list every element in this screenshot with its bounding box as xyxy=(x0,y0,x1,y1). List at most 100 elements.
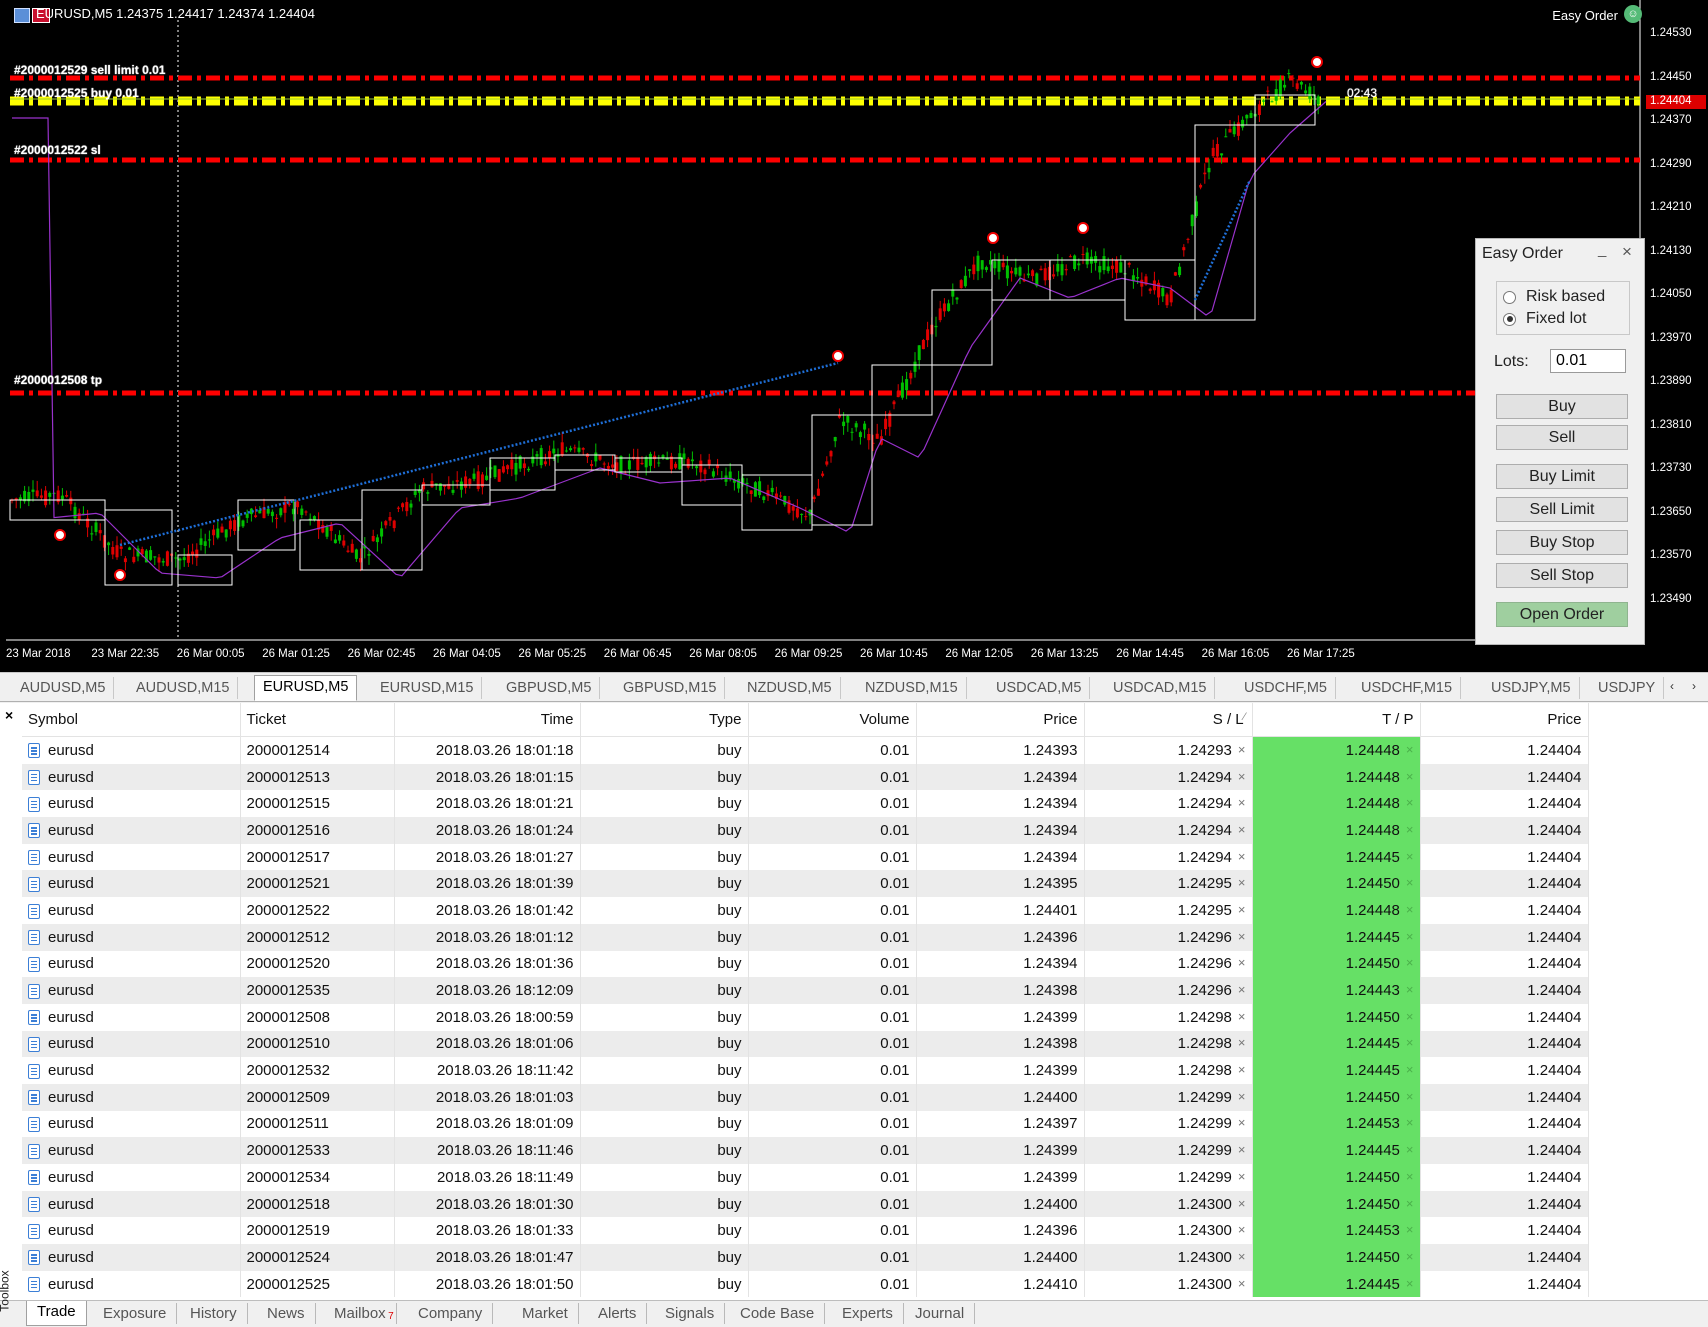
remove-level-icon[interactable]: × xyxy=(1406,1035,1414,1050)
radio-risk-based[interactable] xyxy=(1503,290,1516,304)
table-row[interactable]: eurusd 2000012520 2018.03.26 18:01:36 buy 0.… xyxy=(22,950,1589,978)
column-header[interactable]: Time xyxy=(394,703,581,737)
remove-level-icon[interactable]: × xyxy=(1238,822,1246,837)
toolbox-side-label[interactable]: Toolbox xyxy=(0,1262,16,1322)
remove-level-icon[interactable]: × xyxy=(1406,955,1414,970)
remove-level-icon[interactable]: × xyxy=(1406,1115,1414,1130)
remove-level-icon[interactable]: × xyxy=(1406,1142,1414,1157)
remove-level-icon[interactable]: × xyxy=(1238,875,1246,890)
terminal-tab[interactable]: History xyxy=(180,1303,248,1324)
column-header[interactable]: Price xyxy=(1420,703,1589,737)
chart-tab[interactable]: NZDUSD,M15 xyxy=(857,677,967,699)
chart-tab[interactable]: GBPUSD,M15 xyxy=(615,677,726,699)
minimize-icon[interactable]: _ xyxy=(1598,241,1606,258)
remove-level-icon[interactable]: × xyxy=(1238,1035,1246,1050)
terminal-tab[interactable]: News xyxy=(257,1303,316,1324)
terminal-tab[interactable]: Mailbox 7 xyxy=(324,1303,397,1324)
remove-level-icon[interactable]: × xyxy=(1406,1062,1414,1077)
remove-level-icon[interactable]: × xyxy=(1238,1222,1246,1237)
column-header[interactable]: S / L ⁄ xyxy=(1084,703,1253,737)
buy-button[interactable]: Buy xyxy=(1496,394,1628,419)
chart-tab[interactable]: NZDUSD,M5 xyxy=(739,677,841,699)
sell-button[interactable]: Sell xyxy=(1496,425,1628,450)
sell-stop-button[interactable]: Sell Stop xyxy=(1496,563,1628,588)
remove-level-icon[interactable]: × xyxy=(1238,1169,1246,1184)
table-row[interactable]: eurusd 2000012521 2018.03.26 18:01:39 buy 0.… xyxy=(22,870,1589,898)
buy-stop-button[interactable]: Buy Stop xyxy=(1496,530,1628,555)
chart-tab[interactable]: USDCHF,M5 xyxy=(1236,677,1336,699)
chart-tab[interactable]: GBPUSD,M5 xyxy=(498,677,601,699)
scroll-left-icon[interactable]: ‹ xyxy=(1670,679,1674,693)
table-row[interactable]: eurusd 2000012511 2018.03.26 18:01:09 buy 0.… xyxy=(22,1110,1589,1138)
table-row[interactable]: eurusd 2000012516 2018.03.26 18:01:24 buy 0.… xyxy=(22,817,1589,844)
remove-level-icon[interactable]: × xyxy=(1406,822,1414,837)
remove-level-icon[interactable]: × xyxy=(1406,1169,1414,1184)
remove-level-icon[interactable]: × xyxy=(1238,742,1246,757)
remove-level-icon[interactable]: × xyxy=(1406,1009,1414,1024)
remove-level-icon[interactable]: × xyxy=(1238,1276,1246,1291)
close-icon[interactable]: × xyxy=(1622,242,1632,262)
terminal-tab[interactable]: Exposure xyxy=(93,1303,178,1324)
remove-level-icon[interactable]: × xyxy=(1406,1276,1414,1291)
column-header[interactable]: Type xyxy=(580,703,749,737)
buy-limit-button[interactable]: Buy Limit xyxy=(1496,464,1628,489)
table-row[interactable]: eurusd 2000012534 2018.03.26 18:11:49 buy 0.… xyxy=(22,1164,1589,1191)
price-chart[interactable]: EURUSD,M5 1.24375 1.24417 1.24374 1.2440… xyxy=(0,0,1708,672)
scroll-right-icon[interactable]: › xyxy=(1692,679,1696,693)
table-row[interactable]: eurusd 2000012522 2018.03.26 18:01:42 buy 0.… xyxy=(22,897,1589,924)
chart-tab[interactable]: EURUSD,M15 xyxy=(372,677,483,699)
terminal-tab[interactable]: Signals xyxy=(655,1303,726,1324)
remove-level-icon[interactable]: × xyxy=(1238,849,1246,864)
sell-limit-button[interactable]: Sell Limit xyxy=(1496,497,1628,522)
fixed-lot-option[interactable]: Fixed lot xyxy=(1503,308,1586,330)
column-header[interactable]: Volume xyxy=(748,703,917,737)
table-row[interactable]: eurusd 2000012512 2018.03.26 18:01:12 buy 0.… xyxy=(22,923,1589,951)
chart-tab[interactable]: AUDUSD,M15 xyxy=(128,677,239,699)
remove-level-icon[interactable]: × xyxy=(1406,795,1414,810)
table-row[interactable]: eurusd 2000012518 2018.03.26 18:01:30 buy 0.… xyxy=(22,1190,1589,1218)
remove-level-icon[interactable]: × xyxy=(1406,929,1414,944)
column-header[interactable]: T / P xyxy=(1252,703,1421,737)
remove-level-icon[interactable]: × xyxy=(1238,795,1246,810)
chart-tab[interactable]: USDJPY xyxy=(1590,677,1665,699)
table-row[interactable]: eurusd 2000012515 2018.03.26 18:01:21 buy 0.… xyxy=(22,790,1589,818)
chart-tab[interactable]: USDCAD,M5 xyxy=(988,677,1091,699)
remove-level-icon[interactable]: × xyxy=(1406,1196,1414,1211)
remove-level-icon[interactable]: × xyxy=(1238,769,1246,784)
chart-canvas[interactable] xyxy=(0,0,1708,672)
remove-level-icon[interactable]: × xyxy=(1238,1089,1246,1104)
terminal-tab[interactable]: Market xyxy=(512,1303,579,1324)
remove-level-icon[interactable]: × xyxy=(1238,1196,1246,1211)
table-row[interactable]: eurusd 2000012514 2018.03.26 18:01:18 buy 0.… xyxy=(22,736,1589,764)
remove-level-icon[interactable]: × xyxy=(1238,1142,1246,1157)
terminal-tab[interactable]: Code Base xyxy=(730,1303,826,1324)
chart-tab[interactable]: USDJPY,M5 xyxy=(1483,677,1580,699)
remove-level-icon[interactable]: × xyxy=(1406,982,1414,997)
table-row[interactable]: eurusd 2000012519 2018.03.26 18:01:33 buy 0.… xyxy=(22,1217,1589,1245)
table-row[interactable]: eurusd 2000012513 2018.03.26 18:01:15 buy 0.… xyxy=(22,763,1589,791)
terminal-tab[interactable]: Experts xyxy=(832,1303,904,1324)
column-header[interactable]: Ticket xyxy=(240,703,395,737)
chart-tab[interactable]: USDCAD,M15 xyxy=(1105,677,1216,699)
table-row[interactable]: eurusd 2000012524 2018.03.26 18:01:47 buy 0.… xyxy=(22,1244,1589,1271)
terminal-tab[interactable]: Company xyxy=(408,1303,494,1324)
remove-level-icon[interactable]: × xyxy=(1238,929,1246,944)
remove-level-icon[interactable]: × xyxy=(1238,902,1246,917)
chart-tab[interactable]: USDCHF,M15 xyxy=(1353,677,1462,699)
remove-level-icon[interactable]: × xyxy=(1238,955,1246,970)
remove-level-icon[interactable]: × xyxy=(1238,1249,1246,1264)
column-header[interactable]: Symbol xyxy=(22,703,241,737)
remove-level-icon[interactable]: × xyxy=(1406,1249,1414,1264)
remove-level-icon[interactable]: × xyxy=(1238,982,1246,997)
table-row[interactable]: eurusd 2000012535 2018.03.26 18:12:09 buy 0.… xyxy=(22,977,1589,1004)
remove-level-icon[interactable]: × xyxy=(1238,1115,1246,1130)
remove-level-icon[interactable]: × xyxy=(1406,849,1414,864)
table-row[interactable]: eurusd 2000012533 2018.03.26 18:11:46 buy 0.… xyxy=(22,1137,1589,1164)
column-header[interactable]: Price xyxy=(916,703,1085,737)
remove-level-icon[interactable]: × xyxy=(1406,742,1414,757)
open-order-button[interactable]: Open Order xyxy=(1496,602,1628,627)
remove-level-icon[interactable]: × xyxy=(1406,1222,1414,1237)
table-row[interactable]: eurusd 2000012532 2018.03.26 18:11:42 buy 0.… xyxy=(22,1057,1589,1084)
table-row[interactable]: eurusd 2000012517 2018.03.26 18:01:27 buy 0.… xyxy=(22,843,1589,871)
table-row[interactable]: eurusd 2000012525 2018.03.26 18:01:50 buy 0.… xyxy=(22,1270,1589,1298)
